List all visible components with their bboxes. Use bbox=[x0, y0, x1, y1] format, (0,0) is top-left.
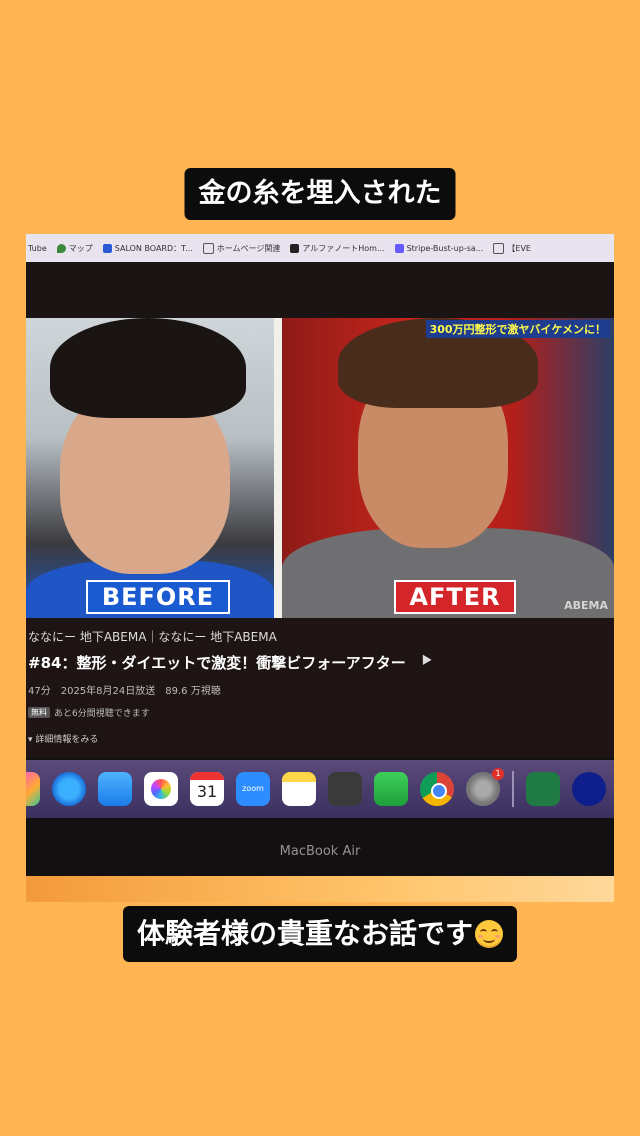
salon-board-icon bbox=[102, 243, 112, 253]
settings-badge: 1 bbox=[492, 768, 504, 780]
calendar-icon[interactable]: 31 bbox=[190, 772, 224, 806]
macos-dock: 31 zoom 1 bbox=[26, 760, 614, 818]
bookmark-youtube[interactable]: Tube bbox=[28, 244, 47, 253]
before-label: BEFORE bbox=[86, 580, 230, 614]
photos-flower-icon bbox=[151, 779, 171, 799]
bottom-caption-text: 体験者様の貴重なお話です bbox=[136, 917, 474, 950]
before-hair bbox=[50, 318, 246, 418]
before-image: BEFORE bbox=[26, 318, 274, 618]
mouse-cursor-icon bbox=[418, 652, 432, 665]
device-label: MacBook Air bbox=[279, 844, 361, 859]
bookmark-salon-board[interactable]: SALON BOARD：T... bbox=[102, 243, 193, 254]
bookmarks-bar: Tube マップ SALON BOARD：T... ホームページ関連 アルファノ… bbox=[26, 234, 614, 262]
free-viewing-text: あと6分間視聴できます bbox=[54, 709, 150, 719]
photos-icon[interactable] bbox=[26, 772, 40, 806]
calendar-day: 31 bbox=[196, 782, 218, 801]
bookmark-maps[interactable]: マップ bbox=[56, 243, 93, 254]
calculator-icon[interactable] bbox=[328, 772, 362, 806]
bookmark-stripe[interactable]: Stripe-Bust-up-sa... bbox=[394, 243, 483, 253]
dock-separator bbox=[512, 771, 514, 807]
split-divider bbox=[274, 318, 282, 618]
video-meta: 47分 2025年8月24日放送 89.6 万視聴 bbox=[28, 686, 221, 697]
page-header-strip bbox=[26, 262, 614, 318]
laptop-screen-photo: Tube マップ SALON BOARD：T... ホームページ関連 アルファノ… bbox=[26, 234, 614, 902]
bookmark-eve-folder[interactable]: 【EVE bbox=[493, 242, 531, 254]
laptop-bezel: MacBook Air bbox=[26, 818, 614, 876]
calendar-header bbox=[190, 772, 224, 780]
bottom-caption: 体験者様の貴重なお話です bbox=[122, 906, 518, 962]
teamviewer-icon[interactable] bbox=[572, 772, 606, 806]
free-tag: 無料 bbox=[28, 707, 50, 718]
notion-icon bbox=[290, 243, 300, 253]
folder-icon bbox=[493, 242, 505, 254]
safari-icon[interactable] bbox=[52, 772, 86, 806]
smiling-face-icon bbox=[475, 920, 504, 948]
video-title: #84：整形・ダイエットで激変！衝撃ビフォーアフター bbox=[28, 654, 406, 672]
laptop-base-reflection bbox=[26, 876, 614, 902]
after-image: 300万円整形で激ヤバイケメンに！ AFTER ABEMA bbox=[282, 318, 614, 618]
photos-app-icon[interactable] bbox=[144, 772, 178, 806]
free-viewing-notice: 無料 あと6分間視聴できます bbox=[28, 706, 150, 719]
abema-watermark: ABEMA bbox=[564, 599, 608, 612]
numbers-icon[interactable] bbox=[374, 772, 408, 806]
zoom-label: zoom bbox=[242, 784, 264, 793]
video-player[interactable]: BEFORE 300万円整形で激ヤバイケメンに！ AFTER ABEMA bbox=[26, 318, 614, 618]
folder-icon bbox=[202, 242, 214, 254]
zoom-icon[interactable]: zoom bbox=[236, 772, 270, 806]
notes-icon[interactable] bbox=[282, 772, 316, 806]
chrome-center-icon bbox=[431, 783, 447, 799]
details-toggle[interactable]: ▾ 詳細情報をみる bbox=[28, 732, 98, 745]
channel-name[interactable]: ななにー 地下ABEMA｜ななにー 地下ABEMA bbox=[28, 628, 277, 645]
chrome-icon[interactable] bbox=[420, 772, 454, 806]
bookmark-homepage-folder[interactable]: ホームページ関連 bbox=[202, 242, 280, 254]
mail-icon[interactable] bbox=[98, 772, 132, 806]
stripe-icon bbox=[394, 243, 404, 253]
bookmark-alphanote[interactable]: アルファノートHom... bbox=[290, 243, 385, 254]
after-label: AFTER bbox=[394, 580, 516, 614]
video-info: ななにー 地下ABEMA｜ななにー 地下ABEMA #84：整形・ダイエットで激… bbox=[26, 618, 614, 758]
settings-icon[interactable]: 1 bbox=[466, 768, 504, 806]
map-pin-icon bbox=[56, 243, 66, 253]
top-caption: 金の糸を埋入された bbox=[184, 168, 456, 220]
show-banner: 300万円整形で激ヤバイケメンに！ bbox=[425, 320, 610, 338]
excel-icon[interactable] bbox=[526, 772, 560, 806]
